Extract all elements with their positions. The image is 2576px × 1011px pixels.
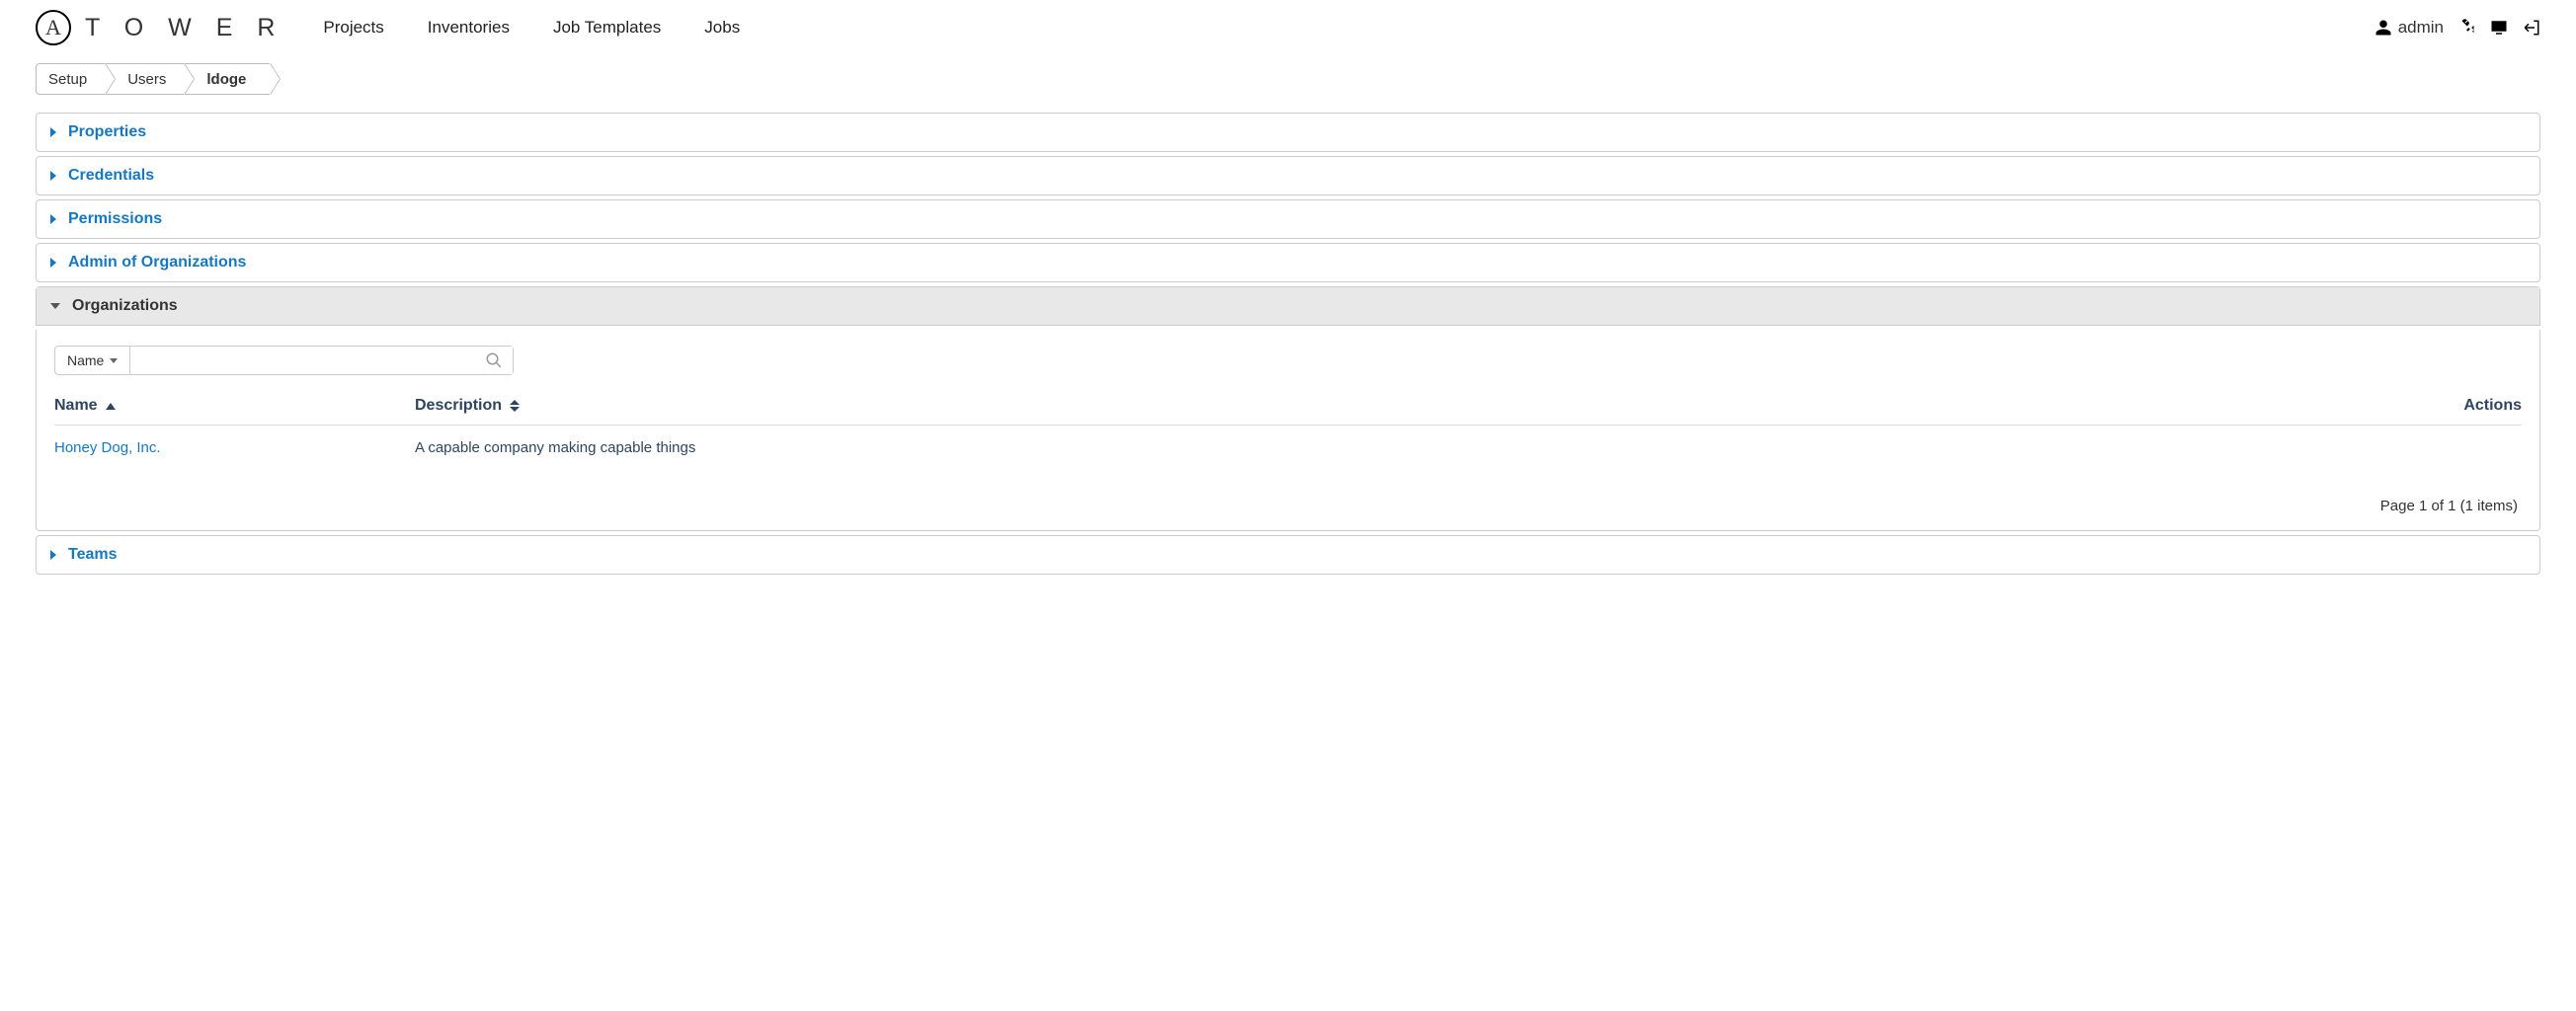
section-properties-title: Properties: [68, 123, 146, 141]
section-permissions-header[interactable]: Permissions: [37, 200, 2539, 238]
current-user-name: admin: [2398, 18, 2444, 38]
section-permissions: Permissions: [36, 199, 2540, 239]
breadcrumb-setup[interactable]: Setup: [36, 63, 105, 95]
org-description-cell: A capable company making capable things: [415, 439, 2344, 456]
org-name-cell: Honey Dog, Inc.: [54, 439, 415, 456]
caret-down-icon: [50, 303, 60, 309]
section-credentials-title: Credentials: [68, 167, 154, 185]
search-row: Name: [54, 346, 2522, 375]
breadcrumb: Setup Users ldoge: [36, 63, 2540, 95]
caret-right-icon: [50, 214, 56, 224]
column-description[interactable]: Description: [415, 397, 2344, 415]
section-organizations-header[interactable]: Organizations: [37, 287, 2539, 325]
user-icon: [2375, 19, 2392, 37]
caret-right-icon: [50, 171, 56, 181]
column-actions: Actions: [2344, 397, 2522, 415]
section-admin-orgs: Admin of Organizations: [36, 243, 2540, 282]
section-credentials: Credentials: [36, 156, 2540, 195]
section-teams: Teams: [36, 535, 2540, 575]
table-row: Honey Dog, Inc. A capable company making…: [54, 426, 2522, 470]
pagination: Page 1 of 1 (1 items): [54, 470, 2522, 520]
search-input-wrap: [130, 346, 514, 375]
table-header: Name Description Actions: [54, 397, 2522, 426]
search-icon[interactable]: [485, 351, 503, 369]
logout-icon[interactable]: [2523, 19, 2540, 37]
sort-asc-icon: [106, 403, 116, 410]
nav-inventories[interactable]: Inventories: [428, 18, 510, 38]
nav-job-templates[interactable]: Job Templates: [553, 18, 661, 38]
sort-icon: [510, 400, 520, 412]
top-nav: A T O W E R Projects Inventories Job Tem…: [0, 0, 2576, 55]
caret-right-icon: [50, 550, 56, 560]
topnav-right: admin: [2375, 18, 2540, 38]
section-teams-title: Teams: [68, 546, 118, 564]
breadcrumb-users[interactable]: Users: [105, 63, 184, 95]
section-permissions-title: Permissions: [68, 210, 162, 228]
nav-jobs[interactable]: Jobs: [704, 18, 740, 38]
brand-name: T O W E R: [85, 14, 283, 42]
main-content: Setup Users ldoge Properties Credentials…: [0, 55, 2576, 598]
section-organizations: Organizations: [36, 286, 2540, 326]
section-admin-orgs-title: Admin of Organizations: [68, 254, 246, 272]
nav-projects[interactable]: Projects: [323, 18, 383, 38]
caret-right-icon: [50, 258, 56, 268]
current-user[interactable]: admin: [2375, 18, 2444, 38]
column-name-label: Name: [54, 397, 98, 415]
org-name-link[interactable]: Honey Dog, Inc.: [54, 439, 161, 456]
brand[interactable]: A T O W E R: [36, 10, 283, 45]
section-credentials-header[interactable]: Credentials: [37, 157, 2539, 194]
section-organizations-title: Organizations: [72, 297, 178, 315]
brand-logo-icon: A: [36, 10, 71, 45]
search-filter-select[interactable]: Name: [54, 346, 130, 375]
section-properties-header[interactable]: Properties: [37, 114, 2539, 151]
monitor-icon[interactable]: [2489, 19, 2509, 37]
search-filter-label: Name: [67, 352, 104, 368]
breadcrumb-current[interactable]: ldoge: [184, 63, 270, 95]
column-actions-label: Actions: [2463, 397, 2522, 415]
nav-items: Projects Inventories Job Templates Jobs: [323, 18, 740, 38]
section-admin-orgs-header[interactable]: Admin of Organizations: [37, 244, 2539, 281]
organizations-panel: Name Name Description Actions: [36, 330, 2540, 531]
column-description-label: Description: [415, 397, 502, 415]
column-name[interactable]: Name: [54, 397, 415, 415]
setup-icon[interactable]: [2457, 19, 2475, 37]
chevron-down-icon: [110, 358, 118, 363]
caret-right-icon: [50, 127, 56, 137]
section-teams-header[interactable]: Teams: [37, 536, 2539, 574]
org-actions-cell: [2344, 439, 2522, 456]
search-input[interactable]: [130, 347, 513, 374]
section-properties: Properties: [36, 113, 2540, 152]
organizations-table: Name Description Actions Honey Dog, Inc.…: [54, 397, 2522, 470]
